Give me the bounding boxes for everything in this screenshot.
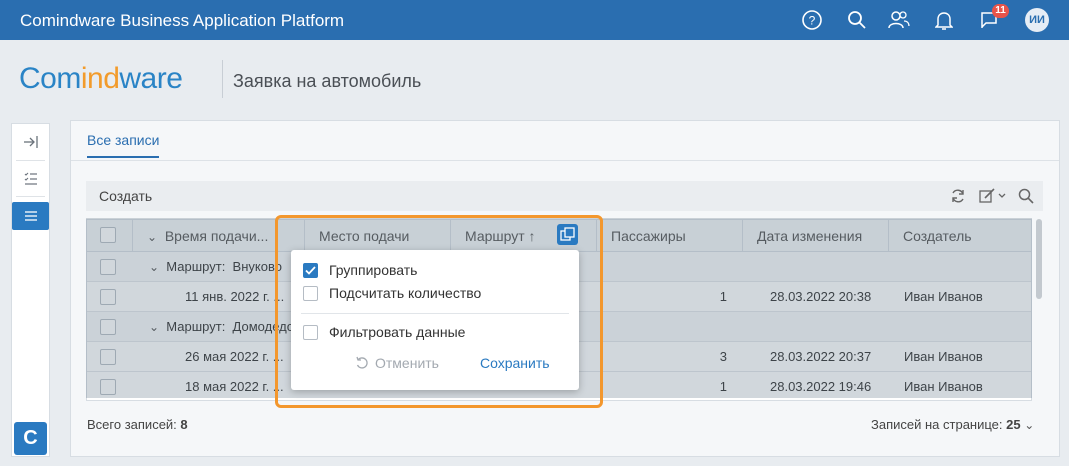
popup-divider: [301, 313, 569, 314]
count-option[interactable]: Подсчитать количество: [303, 285, 481, 301]
list-icon[interactable]: [12, 202, 49, 230]
expand-icon[interactable]: [12, 128, 49, 156]
refresh-icon[interactable]: [948, 187, 968, 205]
header-divider: [222, 60, 223, 98]
total-records: Всего записей: 8: [87, 417, 188, 432]
filter-checkbox[interactable]: [303, 324, 318, 340]
records-per-page[interactable]: Записей на странице: 25 ⌄: [871, 417, 1034, 432]
create-button[interactable]: Создать: [99, 188, 152, 204]
count-checkbox[interactable]: [303, 285, 318, 301]
tab-divider: [71, 160, 1059, 161]
notification-badge: 11: [992, 4, 1009, 18]
group-option[interactable]: Группировать: [303, 262, 417, 278]
svg-text:?: ?: [809, 14, 816, 28]
left-rail: C: [11, 123, 50, 457]
avatar[interactable]: ИИ: [1025, 8, 1049, 32]
filter-option[interactable]: Фильтровать данные: [303, 324, 465, 340]
bell-icon[interactable]: [932, 8, 956, 32]
cancel-button[interactable]: Отменить: [355, 355, 439, 371]
chevron-down-icon[interactable]: ⌄: [1024, 418, 1034, 432]
column-options-popup: Группировать Подсчитать количество Фильт…: [291, 250, 579, 390]
group-checkbox[interactable]: [303, 262, 318, 278]
help-icon[interactable]: ?: [800, 8, 824, 32]
save-button[interactable]: Сохранить: [480, 355, 550, 371]
top-bar: Comindware Business Application Platform…: [0, 0, 1069, 40]
tab-all-records[interactable]: Все записи: [87, 132, 160, 158]
grid-scrollbar[interactable]: [1036, 219, 1042, 299]
edit-dropdown-icon[interactable]: [978, 187, 1010, 205]
rail-divider: [16, 160, 45, 161]
comindware-logo: Comindware: [19, 62, 183, 95]
search-icon[interactable]: [845, 8, 869, 32]
column-settings-icon[interactable]: [557, 224, 578, 245]
comindware-c-icon[interactable]: C: [14, 422, 47, 455]
rail-divider: [16, 196, 45, 197]
undo-icon: [356, 356, 368, 369]
app-title: Comindware Business Application Platform: [20, 11, 345, 30]
search-icon[interactable]: [1016, 187, 1036, 205]
users-icon[interactable]: [887, 8, 911, 32]
toolbar: Создать: [86, 181, 1043, 211]
page-title: Заявка на автомобиль: [233, 71, 422, 91]
checklist-icon[interactable]: [12, 164, 49, 192]
